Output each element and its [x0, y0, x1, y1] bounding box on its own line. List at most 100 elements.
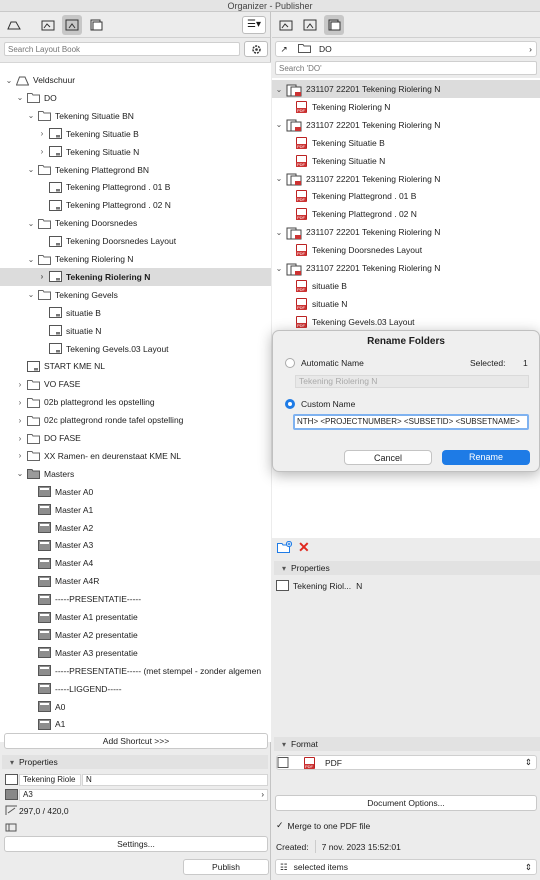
publisher-item-row[interactable]: situatie B: [272, 277, 540, 295]
tree-folder-row[interactable]: ⌄ Tekening Situatie BN: [0, 107, 271, 125]
menu-list-icon[interactable]: ☰▾: [242, 15, 266, 34]
master-select[interactable]: A3 ›: [19, 789, 268, 801]
tree-folder-row[interactable]: ⌄ Tekening Gevels: [0, 286, 271, 304]
chevron-right-icon[interactable]: ›: [16, 379, 24, 389]
tree-item-row[interactable]: Tekening Gevels.03 Layout: [0, 340, 271, 358]
tree-item-row[interactable]: situatie B: [0, 304, 271, 322]
tree-folder-row[interactable]: ⌄ Masters: [0, 465, 271, 483]
new-folder-icon[interactable]: [277, 540, 293, 555]
chevron-right-icon[interactable]: ›: [38, 147, 46, 157]
publisher-set-row[interactable]: ⌄ 231107 22201 Tekening Riolering N: [272, 223, 540, 241]
tree-item-row[interactable]: Master A4: [0, 554, 271, 572]
tree-item-row[interactable]: Tekening Plattegrond . 02 N: [0, 196, 271, 214]
publish-button[interactable]: Publish: [183, 859, 269, 875]
tree-item-row[interactable]: -----PRESENTATIE----- (met stempel - zon…: [0, 662, 271, 680]
publisher-item-row[interactable]: Tekening Gevels.03 Layout: [272, 313, 540, 331]
chevron-right-icon[interactable]: ›: [16, 433, 24, 443]
tree-item-row[interactable]: A0: [0, 698, 271, 716]
publisher-item-row[interactable]: Tekening Situatie B: [272, 134, 540, 152]
checkmark-icon[interactable]: ✓: [276, 820, 284, 831]
delete-icon[interactable]: ✕: [298, 539, 310, 556]
rename-button[interactable]: Rename: [442, 450, 530, 465]
gear-icon[interactable]: [244, 41, 268, 57]
publisher-item-row[interactable]: Tekening Doorsnedes Layout: [272, 241, 540, 259]
publish-scope-select[interactable]: ☷ selected items ⇕: [275, 859, 537, 875]
tree-item-row[interactable]: Master A1 presentatie: [0, 608, 271, 626]
publisher-set-row[interactable]: ⌄ 231107 22201 Tekening Riolering N: [272, 259, 540, 277]
tree-folder-row[interactable]: ⌄ DO: [0, 89, 271, 107]
up-arrow-icon[interactable]: ↗: [276, 44, 292, 55]
tree-item-row[interactable]: Master A2: [0, 519, 271, 537]
publisher-sets-icon[interactable]: [324, 14, 344, 35]
tree-item-row[interactable]: Tekening Plattegrond . 01 B: [0, 178, 271, 196]
tree-item-row[interactable]: -----PRESENTATIE-----: [0, 590, 271, 608]
right-properties-header[interactable]: ▾ Properties: [274, 561, 540, 575]
layout-book-icon[interactable]: [300, 15, 320, 35]
tree-item-row[interactable]: Master A4R: [0, 572, 271, 590]
cancel-button[interactable]: Cancel: [344, 450, 432, 465]
custom-name-input[interactable]: NTH> <PROJECTNUMBER> <SUBSETID> <SUBSETN…: [293, 414, 529, 430]
tree-item-row[interactable]: Master A2 presentatie: [0, 626, 271, 644]
tree-item-row[interactable]: › Tekening Situatie B: [0, 125, 271, 143]
properties-header[interactable]: ▾ Properties: [2, 755, 268, 769]
chevron-down-icon[interactable]: ⌄: [27, 165, 35, 175]
tree-folder-row[interactable]: › VO FASE: [0, 375, 271, 393]
merge-checkbox-row[interactable]: ✓ Merge to one PDF file: [276, 820, 370, 831]
tree-item-row[interactable]: › Tekening Situatie N: [0, 143, 271, 161]
publisher-item-row[interactable]: Tekening Situatie N: [272, 152, 540, 170]
publisher-item-row[interactable]: situatie N: [272, 295, 540, 313]
publisher-search-input[interactable]: [275, 61, 537, 75]
format-select[interactable]: PDF ⇕: [276, 755, 537, 770]
tree-item-row[interactable]: A1: [0, 715, 271, 733]
chevron-right-icon[interactable]: ›: [38, 129, 46, 139]
project-map-icon[interactable]: [4, 15, 24, 35]
format-header[interactable]: ▾ Format: [274, 737, 540, 751]
chevron-right-icon[interactable]: ›: [16, 415, 24, 425]
tree-item-row[interactable]: -----LIGGEND-----: [0, 680, 271, 698]
view-map-icon[interactable]: [38, 15, 58, 35]
tree-item-row[interactable]: Master A3: [0, 536, 271, 554]
chevron-right-icon[interactable]: ›: [16, 451, 24, 461]
chevron-down-icon[interactable]: ⌄: [27, 111, 35, 121]
chevron-down-icon[interactable]: ⌄: [27, 254, 35, 264]
tree-folder-row[interactable]: ⌄ Tekening Plattegrond BN: [0, 161, 271, 179]
custom-name-radio[interactable]: [285, 399, 295, 409]
chevron-down-icon[interactable]: ⌄: [5, 75, 13, 85]
view-map-icon[interactable]: [276, 15, 296, 35]
chevron-down-icon[interactable]: ⌄: [27, 218, 35, 228]
document-options-button[interactable]: Document Options...: [275, 795, 537, 811]
publisher-set-row[interactable]: ⌄ 231107 22201 Tekening Riolering N: [272, 170, 540, 188]
publisher-item-row[interactable]: Tekening Riolering N: [272, 98, 540, 116]
tree-folder-row[interactable]: › DO FASE: [0, 429, 271, 447]
chevron-right-icon[interactable]: ›: [16, 397, 24, 407]
layout-book-search-input[interactable]: [4, 42, 240, 56]
tree-item-row[interactable]: situatie N: [0, 322, 271, 340]
publisher-set-row[interactable]: ⌄ 231107 22201 Tekening Riolering N: [272, 80, 540, 98]
publisher-item-row[interactable]: Tekening Plattegrond . 01 B: [272, 187, 540, 205]
chevron-down-icon[interactable]: ⌄: [275, 120, 283, 130]
tree-item-row[interactable]: Master A0: [0, 483, 271, 501]
chevron-down-icon[interactable]: ⌄: [16, 469, 24, 479]
layout-number-field[interactable]: N: [82, 774, 268, 786]
tree-item-row[interactable]: Tekening Doorsnedes Layout: [0, 232, 271, 250]
publisher-sets-icon[interactable]: [86, 15, 106, 35]
add-shortcut-button[interactable]: Add Shortcut >>>: [4, 733, 268, 749]
tree-folder-row[interactable]: ⌄ Tekening Riolering N: [0, 250, 271, 268]
automatic-name-option[interactable]: Automatic Name: [285, 358, 364, 368]
chevron-down-icon[interactable]: ⌄: [27, 290, 35, 300]
tree-folder-row[interactable]: ⌄ Tekening Doorsnedes: [0, 214, 271, 232]
layout-book-icon[interactable]: [62, 14, 82, 35]
automatic-name-radio[interactable]: [285, 358, 295, 368]
tree-item-row[interactable]: START KME NL: [0, 357, 271, 375]
chevron-down-icon[interactable]: ⌄: [275, 263, 283, 273]
custom-name-option[interactable]: Custom Name: [285, 399, 355, 409]
settings-button[interactable]: Settings...: [4, 836, 268, 852]
tree-folder-row[interactable]: › XX Ramen- en deurenstaat KME NL: [0, 447, 271, 465]
publisher-set-row[interactable]: ⌄ 231107 22201 Tekening Riolering N: [272, 116, 540, 134]
layout-name-field[interactable]: Tekening Riole: [19, 774, 81, 786]
tree-folder-row[interactable]: › 02c plattegrond ronde tafel opstelling: [0, 411, 271, 429]
chevron-down-icon[interactable]: ⌄: [16, 93, 24, 103]
chevron-down-icon[interactable]: ⌄: [275, 227, 283, 237]
tree-folder-row[interactable]: › 02b plattegrond les opstelling: [0, 393, 271, 411]
tree-item-row[interactable]: Master A1: [0, 501, 271, 519]
